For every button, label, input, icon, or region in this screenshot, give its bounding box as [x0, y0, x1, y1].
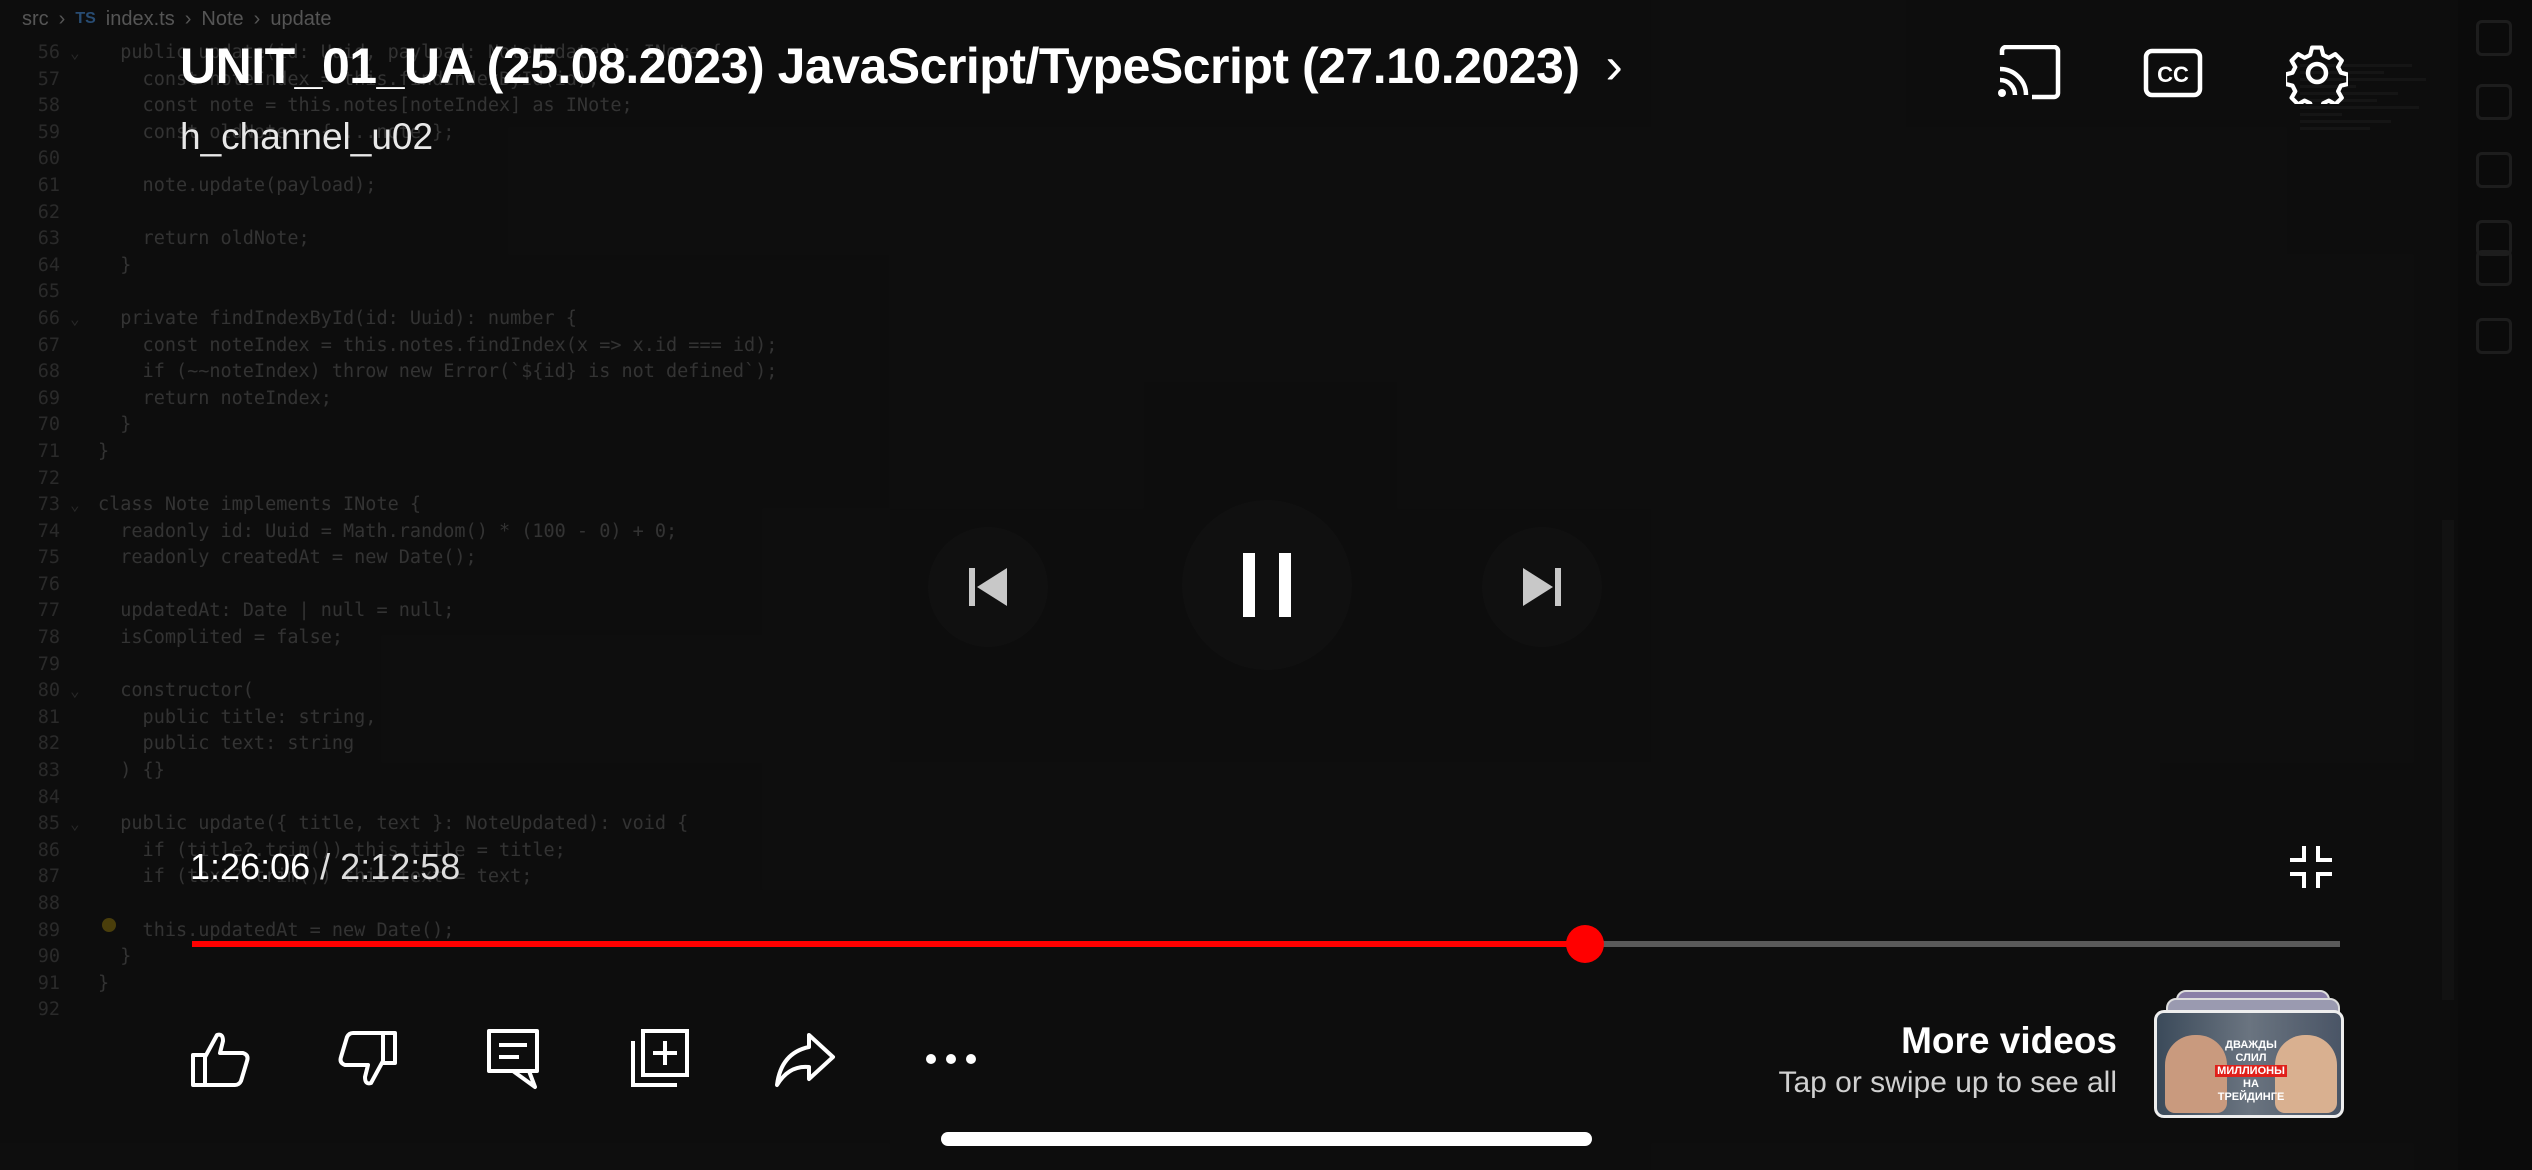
more-button[interactable] [916, 1024, 986, 1094]
captions-icon[interactable]: CC [2136, 36, 2210, 110]
chevron-right-icon[interactable]: › [1606, 36, 1623, 96]
more-icon [926, 1054, 976, 1064]
thumbnail-front[interactable]: ДВАЖДЫ СЛИЛ МИЛЛИОНЫ НА ТРЕЙДИНГЕ [2154, 1010, 2344, 1118]
previous-icon [969, 568, 1007, 606]
comment-icon [487, 1029, 539, 1089]
video-title[interactable]: UNIT_01_UA (25.08.2023) JavaScript/TypeS… [180, 37, 1580, 95]
pause-icon [1243, 553, 1291, 617]
thumbs-down-icon [338, 1031, 397, 1086]
share-button[interactable] [770, 1024, 840, 1094]
seek-bar[interactable] [192, 925, 2340, 963]
video-title-row[interactable]: UNIT_01_UA (25.08.2023) JavaScript/TypeS… [180, 36, 1623, 96]
add-to-playlist-icon [631, 1029, 689, 1087]
next-icon [1523, 568, 1561, 606]
more-videos-subtitle: Tap or swipe up to see all [1778, 1066, 2117, 1099]
home-indicator[interactable] [941, 1132, 1592, 1146]
gear-icon[interactable] [2280, 36, 2354, 110]
thumbs-up-icon [191, 1032, 250, 1087]
more-videos-title[interactable]: More videos [1901, 1020, 2117, 1062]
player-overlay[interactable]: UNIT_01_UA (25.08.2023) JavaScript/TypeS… [0, 0, 2532, 1170]
exit-fullscreen-icon[interactable] [2286, 842, 2336, 892]
svg-text:CC: CC [2157, 62, 2189, 87]
pause-button[interactable] [1182, 500, 1352, 670]
total-duration: 2:12:58 [340, 846, 461, 887]
thumbnail-caption: ДВАЖДЫ СЛИЛ МИЛЛИОНЫ НА ТРЕЙДИНГЕ [2215, 1039, 2287, 1103]
previous-button[interactable] [928, 527, 1048, 647]
seek-bar-played [192, 941, 1585, 947]
current-time: 1:26:06 [190, 846, 311, 887]
like-button[interactable] [186, 1024, 256, 1094]
seek-bar-handle[interactable] [1565, 925, 1604, 963]
share-icon [775, 1033, 835, 1087]
dislike-button[interactable] [332, 1024, 402, 1094]
more-videos-thumbnail-stack[interactable]: ДВАЖДЫ СЛИЛ МИЛЛИОНЫ НА ТРЕЙДИНГЕ [2154, 990, 2346, 1122]
time-display: 1:26:06 / 2:12:58 [190, 846, 460, 888]
cast-icon[interactable] [1992, 36, 2066, 110]
channel-name[interactable]: h_channel_u02 [180, 116, 433, 158]
save-button[interactable] [624, 1024, 694, 1094]
time-separator: / [320, 846, 331, 887]
comments-button[interactable] [478, 1024, 548, 1094]
next-button[interactable] [1482, 527, 1602, 647]
